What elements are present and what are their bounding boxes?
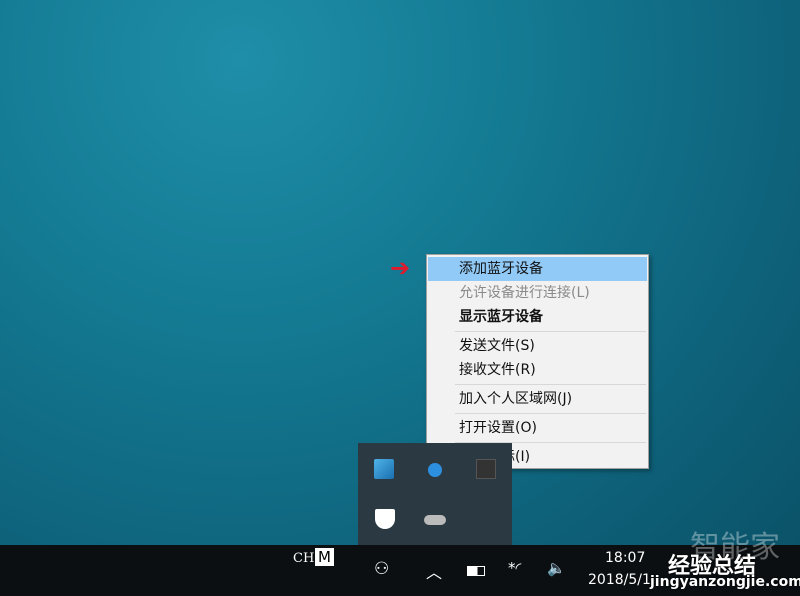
menu-item-receive-file[interactable]: 接收文件(R) [428,358,647,382]
menu-separator [455,413,646,414]
language-indicator[interactable]: CH [293,551,314,566]
bluetooth-context-menu: 添加蓝牙设备 允许设备进行连接(L) 显示蓝牙设备 发送文件(S) 接收文件(R… [426,254,649,469]
battery-icon[interactable] [467,566,485,576]
clock-time[interactable]: 18:07 [605,550,645,566]
people-icon[interactable]: ⚇ [374,559,389,579]
tray-overflow-panel [358,443,512,545]
red-arrow-icon: ➔ [390,254,411,282]
menu-separator [455,331,646,332]
menu-item-add-bluetooth-device[interactable]: 添加蓝牙设备 [428,257,647,281]
menu-item-show-bluetooth-devices[interactable]: 显示蓝牙设备 [428,305,647,329]
chevron-up-icon[interactable]: ︿ [426,559,442,583]
display-app-icon[interactable] [374,459,394,479]
menu-separator [455,384,646,385]
menu-item-open-settings[interactable]: 打开设置(O) [428,416,647,440]
bluetooth-icon[interactable] [428,463,442,477]
windows-security-shield-icon[interactable] [375,509,395,529]
menu-item-join-pan[interactable]: 加入个人区域网(J) [428,387,647,411]
onedrive-cloud-icon[interactable] [424,515,446,525]
menu-item-allow-connect[interactable]: 允许设备进行连接(L) [428,281,647,305]
clock-date[interactable]: 2018/5/1 [588,572,651,588]
volume-icon[interactable]: 🔈 [547,559,566,577]
ime-mode-indicator[interactable]: M [315,548,334,566]
menu-item-send-file[interactable]: 发送文件(S) [428,334,647,358]
wifi-icon[interactable]: *◜ [508,559,521,577]
nvidia-icon[interactable] [476,459,496,479]
watermark-url: jingyanzongjie.com [650,574,800,590]
